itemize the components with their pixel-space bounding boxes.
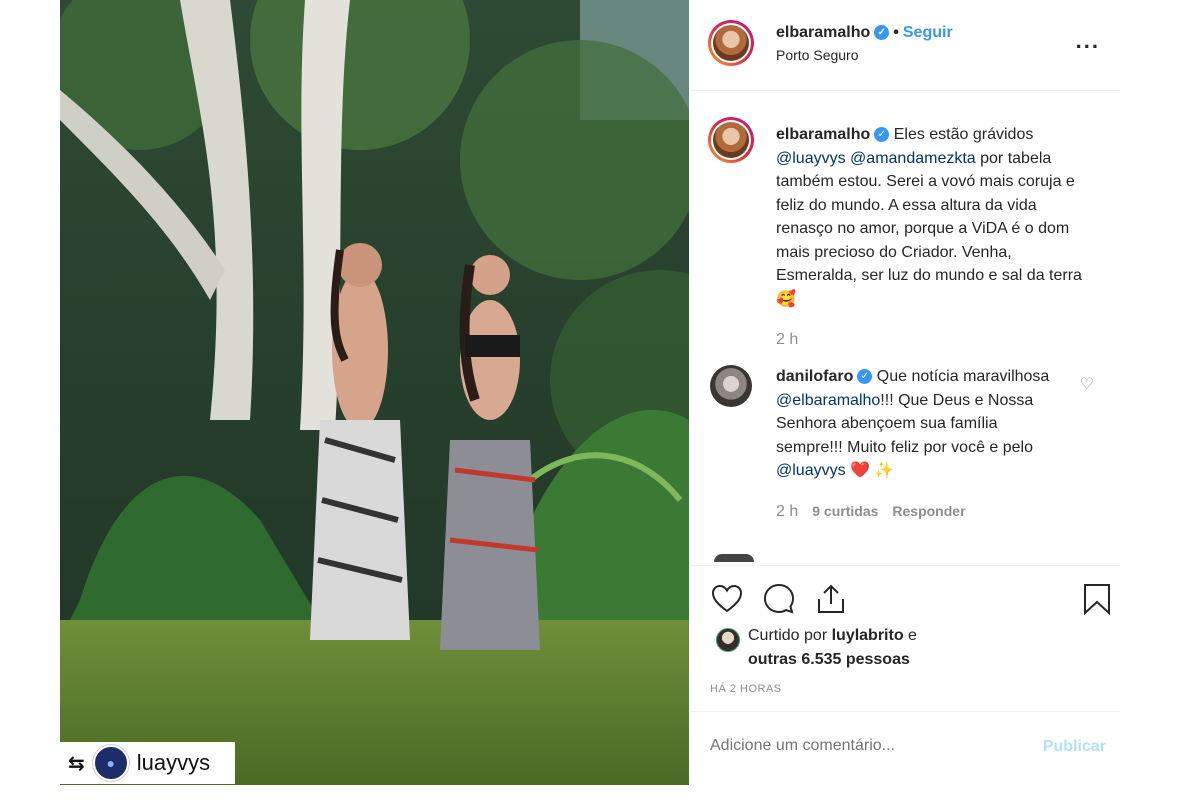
location-link[interactable]: Porto Seguro [776, 47, 859, 63]
verified-icon: ✓ [874, 25, 890, 41]
follow-button[interactable]: Seguir [903, 24, 953, 41]
mention-link[interactable]: @elbaramalho [776, 392, 880, 409]
liker-username[interactable]: luylabrito [832, 627, 904, 644]
more-icon[interactable]: ... [1076, 28, 1100, 54]
verified-icon: ✓ [857, 369, 873, 385]
mention-link[interactable]: @luayvys [776, 462, 846, 479]
photo-scene [60, 0, 689, 785]
caption-username[interactable]: elbaramalho [776, 126, 870, 143]
reply-button[interactable]: Responder [892, 503, 965, 519]
post-photo[interactable] [60, 0, 689, 785]
caption-text: elbaramalho ✓ Eles estão grávidos @luayvy… [776, 123, 1096, 311]
emoji: 🥰 [776, 290, 796, 308]
mention-link[interactable]: @amandamezkta [850, 150, 976, 167]
share-icon[interactable] [814, 582, 848, 616]
bookmark-icon[interactable] [1080, 582, 1114, 616]
comment-icon[interactable] [762, 582, 796, 616]
likes-count[interactable]: outras 6.535 pessoas [748, 651, 910, 668]
commenter-avatar[interactable] [710, 365, 752, 407]
comment-time[interactable]: 2 h [776, 503, 798, 520]
emoji: ❤️ ✨ [845, 462, 895, 479]
mention-link[interactable]: @luayvys [776, 150, 846, 167]
comment-meta: 2 h 9 curtidas Responder [776, 503, 966, 521]
publish-button[interactable]: Publicar [1043, 738, 1106, 756]
liked-prefix: Curtido por [748, 627, 832, 644]
next-comment-avatar [714, 554, 754, 562]
separator-dot: • [893, 24, 899, 41]
liked-by: Curtido por luylabrito e outras 6.535 pe… [748, 624, 917, 672]
post-panel: elbaramalho ✓ • Seguir Porto Seguro ... elb… [690, 0, 1120, 800]
author-avatar[interactable] [708, 20, 754, 66]
author-username[interactable]: elbaramalho [776, 24, 870, 41]
heart-icon[interactable] [710, 582, 744, 616]
repost-badge: ⇆ ● luayvys [60, 742, 235, 784]
comment-text: danilofaro ✓ Que notícia maravilhosa @elb… [776, 365, 1066, 483]
comment-form: Publicar [690, 711, 1120, 784]
comment-input[interactable] [710, 737, 1010, 755]
comment-like-heart-icon[interactable]: ♡ [1080, 374, 1094, 393]
author-line: elbaramalho ✓ • Seguir [776, 24, 953, 42]
liker-avatar[interactable] [716, 628, 740, 652]
action-bar [690, 565, 1120, 626]
caption-part: por tabela também estou. Serei a vovó ma… [776, 149, 1082, 285]
caption-part: Eles estão grávidos [889, 126, 1034, 143]
post-timestamp[interactable]: HÁ 2 HORAS [710, 683, 782, 695]
caption-avatar[interactable] [708, 117, 754, 163]
post-header: elbaramalho ✓ • Seguir Porto Seguro ... [690, 0, 1120, 91]
verified-icon: ✓ [874, 127, 890, 143]
caption-time[interactable]: 2 h [776, 331, 798, 349]
comment-username[interactable]: danilofaro [776, 368, 853, 385]
comment-likes[interactable]: 9 curtidas [812, 503, 878, 519]
comment-part: Que notícia maravilhosa [872, 368, 1050, 385]
liked-connector: e [903, 627, 917, 644]
repost-username: luayvys [136, 750, 211, 775]
repost-icon: ⇆ [68, 751, 85, 775]
repost-avatar: ● [92, 745, 129, 781]
